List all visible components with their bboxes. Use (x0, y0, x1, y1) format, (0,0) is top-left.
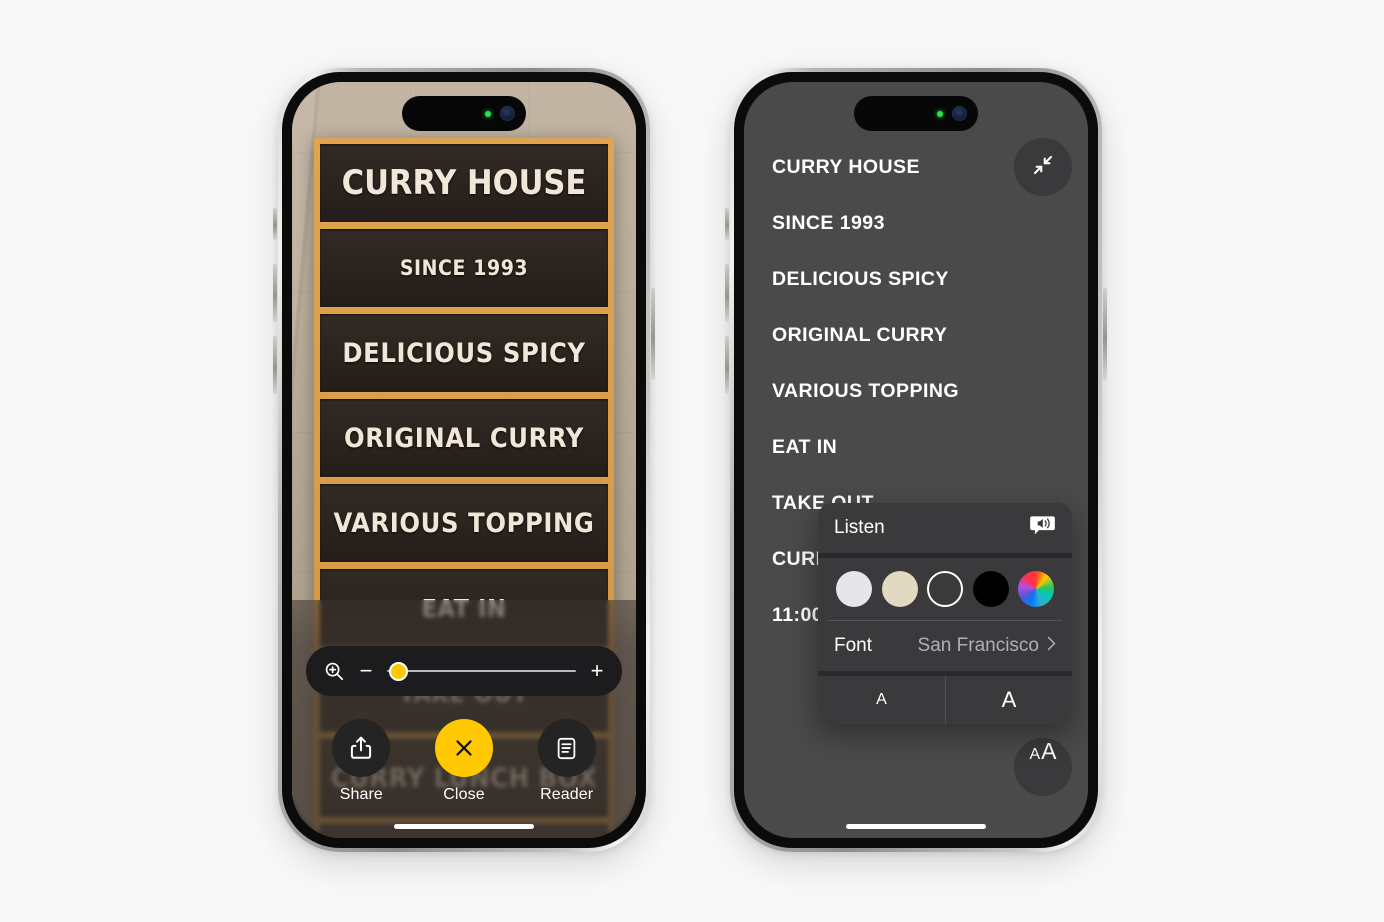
left-phone-screen: CURRY HOUSE SINCE 1993 DELICIOUS SPICY O… (292, 82, 636, 838)
volume-up-button[interactable] (273, 264, 277, 322)
reader-settings-popover: Listen Font San Francisco A A (818, 503, 1072, 724)
right-phone-device: CURRY HOUSE SINCE 1993 DELICIOUS SPICY O… (725, 68, 1107, 852)
sign-slat: DELICIOUS SPICY (320, 314, 608, 392)
magnifier-plus-icon (323, 660, 345, 682)
increase-text-size-glyph: A (1001, 687, 1017, 712)
front-camera-icon (952, 106, 967, 121)
theme-white-swatch[interactable] (836, 571, 872, 607)
theme-color-wheel-swatch[interactable] (1018, 571, 1054, 607)
theme-swatch-row (818, 558, 1072, 620)
font-value: San Francisco (917, 635, 1039, 656)
reader-line: ORIGINAL CURRY (772, 324, 948, 346)
decrease-text-size-button[interactable]: A (818, 676, 945, 724)
share-action[interactable]: Share (332, 719, 391, 804)
listen-label: Listen (834, 517, 885, 538)
sign-slat-text: DELICIOUS SPICY (342, 337, 586, 369)
zoom-slider-knob[interactable] (389, 661, 408, 681)
power-button[interactable] (1103, 288, 1107, 380)
aa-small-glyph: A (1029, 746, 1041, 763)
speaker-bubble-icon[interactable] (1029, 513, 1056, 543)
chevron-right-icon (1047, 635, 1056, 657)
sign-slat-text: ORIGINAL CURRY (344, 422, 584, 454)
sign-slat-text: VARIOUS TOPPING (333, 507, 595, 539)
home-indicator[interactable] (846, 824, 986, 829)
share-label: Share (339, 786, 383, 803)
increase-text-size-button[interactable]: A (945, 676, 1072, 724)
camera-active-indicator (937, 110, 943, 117)
font-value-group[interactable]: San Francisco (918, 635, 1056, 657)
right-phone-bezel: CURRY HOUSE SINCE 1993 DELICIOUS SPICY O… (734, 72, 1098, 848)
volume-down-button[interactable] (273, 336, 277, 394)
reader-label: Reader (540, 786, 594, 803)
left-phone-bezel: CURRY HOUSE SINCE 1993 DELICIOUS SPICY O… (282, 72, 646, 848)
decrease-text-size-glyph: A (876, 691, 887, 708)
close-label: Close (443, 786, 485, 803)
power-button[interactable] (651, 288, 655, 380)
zoom-slider-track (387, 669, 576, 673)
theme-gray-swatch-selected[interactable] (927, 571, 963, 607)
camera-active-indicator (485, 110, 491, 117)
zoom-increase-button[interactable]: + (589, 660, 605, 682)
theme-black-swatch[interactable] (972, 571, 1009, 607)
action-button[interactable] (725, 208, 729, 240)
sign-slat: ORIGINAL CURRY (320, 399, 608, 477)
close-action[interactable]: Close (434, 719, 493, 804)
sign-slat: SINCE 1993 (320, 229, 608, 307)
sign-slat: VARIOUS TOPPING (320, 484, 608, 562)
theme-sepia-swatch[interactable] (881, 571, 918, 607)
share-button[interactable] (332, 719, 391, 777)
collapse-reader-button[interactable] (1014, 138, 1072, 196)
dynamic-island (402, 96, 526, 131)
reader-action[interactable]: Reader (537, 719, 596, 804)
zoom-control-bar[interactable]: − + (306, 646, 622, 696)
left-phone-device: CURRY HOUSE SINCE 1993 DELICIOUS SPICY O… (273, 68, 655, 852)
dynamic-island (854, 96, 978, 131)
aa-large-glyph: A (1041, 738, 1057, 764)
sign-slat: CURRY HOUSE (320, 144, 608, 222)
right-phone-screen: CURRY HOUSE SINCE 1993 DELICIOUS SPICY O… (744, 82, 1088, 838)
text-size-row: A A (818, 676, 1072, 724)
reader-line: DELICIOUS SPICY (772, 268, 949, 290)
volume-down-button[interactable] (725, 336, 729, 394)
reader-line: EAT IN (772, 436, 838, 458)
home-indicator[interactable] (394, 824, 534, 829)
front-camera-icon (500, 106, 515, 121)
zoom-slider[interactable] (387, 660, 576, 682)
volume-up-button[interactable] (725, 264, 729, 322)
screenshot-stage: CURRY HOUSE SINCE 1993 DELICIOUS SPICY O… (0, 0, 1384, 922)
reader-line: SINCE 1993 (772, 212, 885, 234)
reader-line: VARIOUS TOPPING (772, 380, 959, 402)
close-button[interactable] (434, 719, 493, 777)
reader-button[interactable] (537, 719, 596, 777)
action-button[interactable] (273, 208, 277, 240)
listen-row[interactable]: Listen (818, 503, 1072, 553)
sign-slat-text: CURRY HOUSE (341, 163, 587, 203)
action-row: Share Close Reader (292, 719, 636, 804)
collapse-arrows-icon (1030, 152, 1056, 183)
font-label: Font (834, 635, 873, 656)
text-size-toggle-button[interactable]: A A (1014, 738, 1072, 796)
zoom-decrease-button[interactable]: − (358, 660, 374, 682)
font-row[interactable]: Font San Francisco (818, 621, 1072, 671)
sign-slat-text: SINCE 1993 (399, 256, 529, 280)
